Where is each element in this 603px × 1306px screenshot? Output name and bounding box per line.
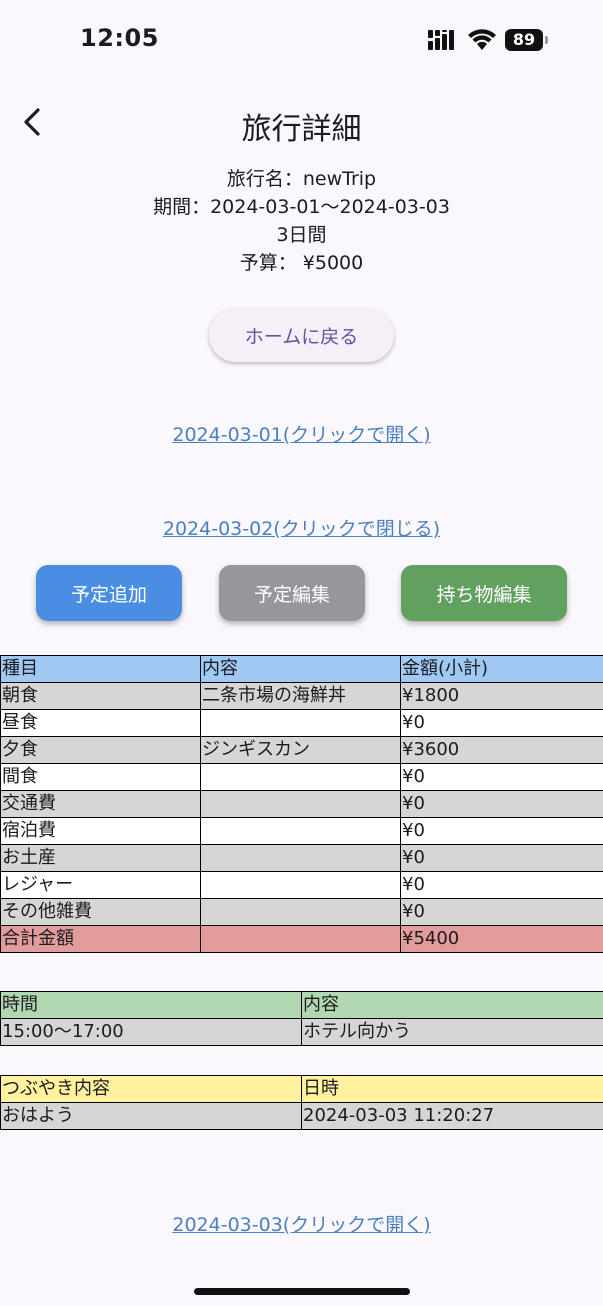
category-cell: 朝食 xyxy=(0,682,201,710)
total-row: 合計金額 ¥5400 xyxy=(0,925,603,953)
content-cell xyxy=(200,898,401,926)
table-row: お土産 ¥0 xyxy=(0,844,603,872)
content-cell xyxy=(200,871,401,899)
battery-tip xyxy=(545,36,548,44)
page-title: 旅行詳細 xyxy=(241,112,362,147)
time-cell: 15:00～17:00 xyxy=(0,1018,302,1046)
table-row: おはよう 2024-03-03 11:20:27 xyxy=(0,1102,603,1130)
category-cell: レジャー xyxy=(0,871,201,899)
wifi-icon xyxy=(468,29,496,50)
category-cell: 昼食 xyxy=(0,709,201,737)
content-cell xyxy=(200,817,401,845)
amount-cell: ¥0 xyxy=(400,709,603,737)
tweet-content-cell: おはよう xyxy=(0,1102,302,1130)
tweet-datetime-cell: 2024-03-03 11:20:27 xyxy=(301,1102,603,1130)
edit-items-button[interactable]: 持ち物編集 xyxy=(401,565,567,621)
amount-cell: ¥1800 xyxy=(400,682,603,710)
table-row: 間食 ¥0 xyxy=(0,763,603,791)
header-cell: つぶやき内容 xyxy=(0,1075,302,1103)
amount-cell: ¥3600 xyxy=(400,736,603,764)
table-row: その他雑費 ¥0 xyxy=(0,898,603,926)
content-cell xyxy=(200,763,401,791)
total-content-cell xyxy=(200,925,401,953)
trip-budget: 予算： ¥5000 xyxy=(239,252,364,274)
status-bar: 12:05 89 xyxy=(0,0,603,80)
battery-icon: 89 xyxy=(505,29,543,51)
trip-period: 期間：2024-03-01～2024-03-03 xyxy=(153,196,450,218)
category-cell: その他雑費 xyxy=(0,898,201,926)
table-row: 朝食 二条市場の海鮮丼 ¥1800 xyxy=(0,682,603,710)
schedule-table: 時間 内容 15:00～17:00 ホテル向かう xyxy=(0,991,603,1046)
table-row: 昼食 ¥0 xyxy=(0,709,603,737)
content-cell: ホテル向かう xyxy=(301,1018,603,1046)
category-cell: 夕食 xyxy=(0,736,201,764)
total-label-cell: 合計金額 xyxy=(0,925,201,953)
home-indicator[interactable] xyxy=(194,1288,410,1295)
header-cell: 内容 xyxy=(301,991,603,1019)
table-row: 宿泊費 ¥0 xyxy=(0,817,603,845)
category-cell: 宿泊費 xyxy=(0,817,201,845)
content-cell: ジンギスカン xyxy=(200,736,401,764)
header-cell: 金額(小計) xyxy=(400,655,603,683)
add-plan-button[interactable]: 予定追加 xyxy=(36,565,182,621)
content-cell xyxy=(200,844,401,872)
amount-cell: ¥0 xyxy=(400,898,603,926)
status-time: 12:05 xyxy=(80,24,159,52)
header-cell: 種目 xyxy=(0,655,201,683)
content-cell xyxy=(200,790,401,818)
trip-days: 3日間 xyxy=(276,224,327,246)
schedule-header-row: 時間 内容 xyxy=(0,991,603,1019)
amount-cell: ¥0 xyxy=(400,817,603,845)
amount-cell: ¥0 xyxy=(400,871,603,899)
category-cell: 間食 xyxy=(0,763,201,791)
edit-plan-button[interactable]: 予定編集 xyxy=(219,565,365,621)
tweet-table: つぶやき内容 日時 おはよう 2024-03-03 11:20:27 xyxy=(0,1075,603,1130)
category-cell: 交通費 xyxy=(0,790,201,818)
category-cell: お土産 xyxy=(0,844,201,872)
day-toggle-2024-03-01[interactable]: 2024-03-01(クリックで開く) xyxy=(0,420,603,447)
header-cell: 内容 xyxy=(200,655,401,683)
header-cell: 日時 xyxy=(301,1075,603,1103)
trip-name: 旅行名：newTrip xyxy=(226,168,377,190)
total-amount-cell: ¥5400 xyxy=(400,925,603,953)
table-row: 15:00～17:00 ホテル向かう xyxy=(0,1018,603,1046)
expense-table: 種目 内容 金額(小計) 朝食 二条市場の海鮮丼 ¥1800 昼食 ¥0 夕食 … xyxy=(0,655,603,953)
content-cell xyxy=(200,709,401,737)
home-button[interactable]: ホームに戻る xyxy=(209,308,394,362)
content-cell: 二条市場の海鮮丼 xyxy=(200,682,401,710)
amount-cell: ¥0 xyxy=(400,844,603,872)
table-row: 交通費 ¥0 xyxy=(0,790,603,818)
cellular-signal-icon xyxy=(428,30,454,50)
day-toggle-2024-03-02[interactable]: 2024-03-02(クリックで閉じる) xyxy=(0,514,603,541)
amount-cell: ¥0 xyxy=(400,763,603,791)
expense-header-row: 種目 内容 金額(小計) xyxy=(0,655,603,683)
table-row: レジャー ¥0 xyxy=(0,871,603,899)
table-row: 夕食 ジンギスカン ¥3600 xyxy=(0,736,603,764)
amount-cell: ¥0 xyxy=(400,790,603,818)
header-cell: 時間 xyxy=(0,991,302,1019)
day-toggle-2024-03-03[interactable]: 2024-03-03(クリックで開く) xyxy=(0,1210,603,1237)
tweet-header-row: つぶやき内容 日時 xyxy=(0,1075,603,1103)
